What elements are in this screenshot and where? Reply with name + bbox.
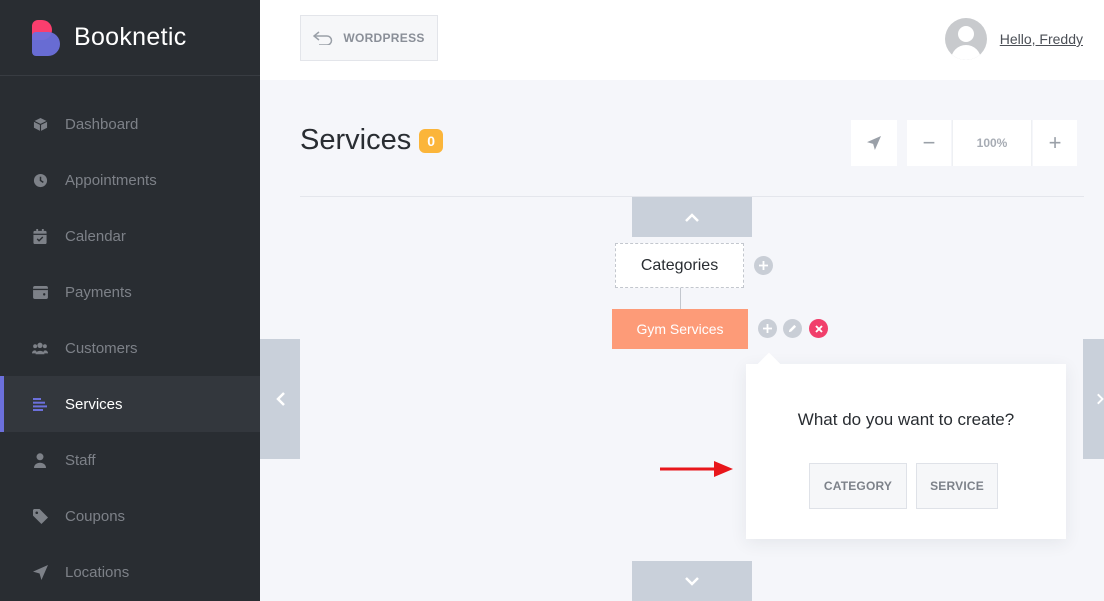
chevron-up-icon: [685, 212, 699, 222]
clock-icon: [32, 172, 48, 188]
sidebar-item-appointments[interactable]: Appointments: [0, 152, 260, 208]
create-popover: What do you want to create? CATEGORY SER…: [746, 364, 1066, 539]
delete-category-button[interactable]: [809, 319, 828, 338]
sidebar-item-label: Locations: [65, 563, 130, 581]
sidebar-item-label: Appointments: [65, 171, 157, 189]
brand-name: Booknetic: [74, 23, 187, 51]
list-icon: [32, 396, 48, 412]
back-to-wordpress-button[interactable]: WORDPRESS: [300, 15, 438, 61]
pan-down-button[interactable]: [632, 561, 752, 601]
annotation-arrow-icon: [660, 461, 733, 477]
sidebar-item-label: Dashboard: [65, 115, 139, 133]
pencil-icon: [788, 324, 797, 333]
location-arrow-icon: [867, 136, 881, 150]
add-child-button[interactable]: [754, 256, 773, 275]
sidebar-item-coupons[interactable]: Coupons: [0, 488, 260, 544]
sidebar: Booknetic Dashboard Appointments Calenda…: [0, 0, 260, 601]
chevron-left-icon: [275, 392, 285, 406]
create-category-button[interactable]: CATEGORY: [809, 463, 907, 509]
sidebar-item-label: Calendar: [65, 227, 126, 245]
add-to-category-button[interactable]: [758, 319, 777, 338]
sidebar-item-label: Payments: [65, 283, 132, 301]
user-menu[interactable]: Hello, Freddy: [944, 18, 1083, 60]
pan-up-button[interactable]: [632, 197, 752, 237]
sidebar-item-label: Coupons: [65, 507, 126, 525]
avatar[interactable]: [944, 18, 987, 60]
users-icon: [32, 340, 48, 356]
edit-category-button[interactable]: [783, 319, 802, 338]
calendar-icon: [32, 228, 48, 244]
tree-connector: [680, 288, 681, 310]
wallet-icon: [32, 284, 48, 300]
sidebar-item-locations[interactable]: Locations: [0, 544, 260, 600]
zoom-level: 100%: [952, 120, 1032, 166]
brand[interactable]: Booknetic: [0, 0, 260, 76]
cube-icon: [32, 116, 48, 132]
sidebar-nav: Dashboard Appointments Calendar Payments…: [0, 96, 260, 600]
user-greeting-link[interactable]: Hello, Freddy: [1000, 31, 1083, 47]
page-title: Services 0: [300, 124, 444, 157]
zoom-out-button[interactable]: −: [907, 120, 951, 166]
plus-icon: [759, 261, 768, 270]
create-service-button[interactable]: SERVICE: [916, 463, 998, 509]
sidebar-item-services[interactable]: Services: [0, 376, 260, 432]
tag-icon: [32, 508, 48, 524]
pan-left-button[interactable]: [260, 339, 300, 459]
location-arrow-icon: [32, 564, 48, 580]
booknetic-logo-icon: [32, 19, 60, 56]
chevron-right-icon: [1097, 393, 1104, 405]
plus-icon: [763, 324, 772, 333]
popover-question: What do you want to create?: [797, 410, 1015, 429]
category-node-gym-services[interactable]: Gym Services: [612, 309, 748, 349]
user-icon: [32, 452, 48, 468]
sidebar-item-label: Customers: [65, 339, 138, 357]
chevron-down-icon: [685, 576, 699, 586]
sidebar-item-payments[interactable]: Payments: [0, 264, 260, 320]
count-badge: 0: [419, 128, 444, 153]
center-view-button[interactable]: [851, 120, 897, 166]
sidebar-item-calendar[interactable]: Calendar: [0, 208, 260, 264]
sidebar-item-label: Staff: [65, 451, 96, 469]
close-icon: [814, 324, 823, 333]
sidebar-item-customers[interactable]: Customers: [0, 320, 260, 376]
sidebar-item-staff[interactable]: Staff: [0, 432, 260, 488]
back-arrow-icon: [313, 31, 333, 45]
wordpress-label: WORDPRESS: [343, 31, 425, 45]
sidebar-item-label: Services: [65, 395, 123, 413]
sidebar-item-dashboard[interactable]: Dashboard: [0, 96, 260, 152]
zoom-in-button[interactable]: +: [1033, 120, 1077, 166]
category-root-node[interactable]: Categories: [615, 243, 744, 288]
pan-right-button[interactable]: [1083, 339, 1104, 459]
top-header: WORDPRESS Hello, Freddy: [260, 0, 1104, 80]
page-title-text: Services: [300, 124, 412, 156]
